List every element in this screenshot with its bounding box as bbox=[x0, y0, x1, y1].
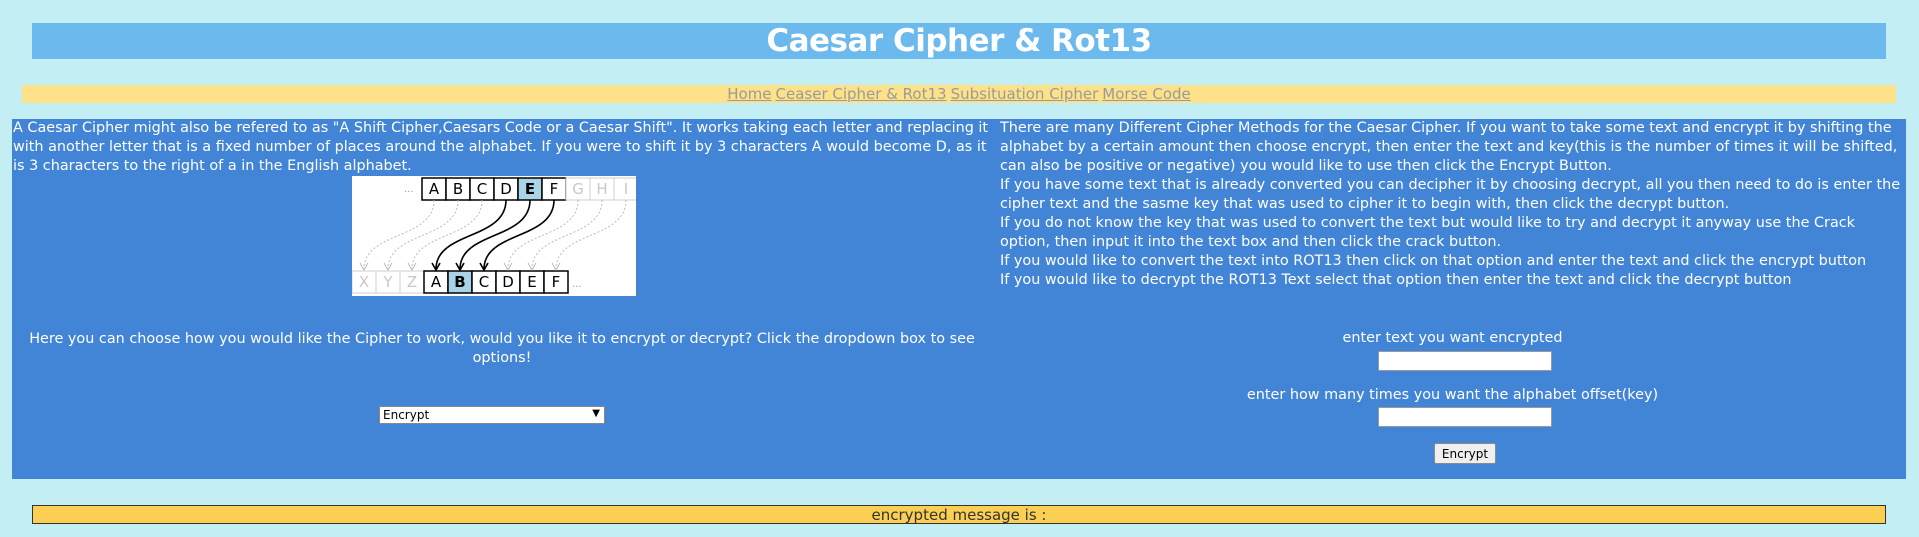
chevron-down-icon: ▼ bbox=[592, 408, 600, 419]
bottom-cell-6-letter: D bbox=[502, 273, 514, 291]
result-label: encrypted message is : bbox=[871, 505, 1047, 524]
main-panel: A Caesar Cipher might also be refered to… bbox=[12, 119, 1906, 479]
bottom-cell-4-letter: B bbox=[454, 273, 465, 291]
mode-select[interactable]: Encrypt ▼ bbox=[379, 406, 605, 424]
nav-link-substitution[interactable]: Subsituation Cipher bbox=[951, 85, 1099, 103]
bottom-cell-2-letter: Z bbox=[407, 273, 417, 291]
encrypt-button[interactable]: Encrypt bbox=[1434, 443, 1496, 464]
key-input-label: enter how many times you want the alphab… bbox=[1246, 387, 1659, 403]
nav-link-morse[interactable]: Morse Code bbox=[1102, 85, 1191, 103]
top-ellipsis: ... bbox=[404, 184, 414, 195]
nav-link-home[interactable]: Home bbox=[727, 85, 771, 103]
plaintext-input[interactable] bbox=[1378, 351, 1552, 371]
left-column: A Caesar Cipher might also be refered to… bbox=[12, 119, 992, 479]
bottom-cell-1-letter: Y bbox=[382, 273, 393, 291]
bottom-cell-3-letter: A bbox=[431, 273, 442, 291]
top-cell-4-letter: E bbox=[525, 180, 535, 198]
top-cell-6-letter: G bbox=[572, 180, 584, 198]
help-paragraph-5: If you would like to decrypt the ROT13 T… bbox=[1000, 272, 1792, 288]
key-input[interactable] bbox=[1378, 407, 1552, 427]
bottom-cell-0-letter: X bbox=[359, 273, 369, 291]
top-cell-7-letter: H bbox=[596, 180, 607, 198]
top-cell-8-letter: I bbox=[624, 180, 628, 198]
mode-select-value: Encrypt bbox=[383, 408, 430, 422]
nav-link-caesar[interactable]: Ceaser Cipher & Rot13 bbox=[776, 85, 947, 103]
bottom-ellipsis: ... bbox=[572, 279, 582, 290]
help-paragraph-3: If you do not know the key that was used… bbox=[1000, 215, 1856, 250]
top-cell-0-letter: A bbox=[429, 180, 440, 198]
nav-bar: Home Ceaser Cipher & Rot13 Subsituation … bbox=[22, 85, 1896, 103]
caesar-shift-diagram: ... A B C D E F G H I X Y Z A B C D E F... bbox=[351, 176, 639, 296]
help-paragraph-2: If you have some text that is already co… bbox=[1000, 177, 1901, 212]
choose-instructions: Here you can choose how you would like t… bbox=[29, 331, 975, 366]
help-paragraph-1: There are many Different Cipher Methods … bbox=[1000, 120, 1898, 174]
bottom-cell-8-letter: F bbox=[552, 273, 561, 291]
top-cell-1-letter: B bbox=[453, 180, 463, 198]
intro-paragraph: A Caesar Cipher might also be refered to… bbox=[13, 120, 989, 174]
help-paragraph-4: If you would like to convert the text in… bbox=[1000, 253, 1867, 269]
bottom-cell-7-letter: E bbox=[527, 273, 536, 291]
text-input-label: enter text you want encrypted bbox=[1342, 330, 1563, 346]
shift-arrow-8 bbox=[555, 199, 627, 270]
page-title: Caesar Cipher & Rot13 bbox=[32, 23, 1886, 59]
result-bar: encrypted message is : bbox=[32, 505, 1886, 524]
right-column: There are many Different Cipher Methods … bbox=[999, 119, 1906, 479]
top-cell-5-letter: F bbox=[550, 180, 559, 198]
top-cell-2-letter: C bbox=[477, 180, 487, 198]
page-title-text: Caesar Cipher & Rot13 bbox=[766, 23, 1152, 59]
top-cell-3-letter: D bbox=[500, 180, 512, 198]
bottom-cell-5-letter: C bbox=[479, 273, 489, 291]
caesar-shift-svg: ... A B C D E F G H I X Y Z A B C D E F... bbox=[351, 177, 639, 294]
